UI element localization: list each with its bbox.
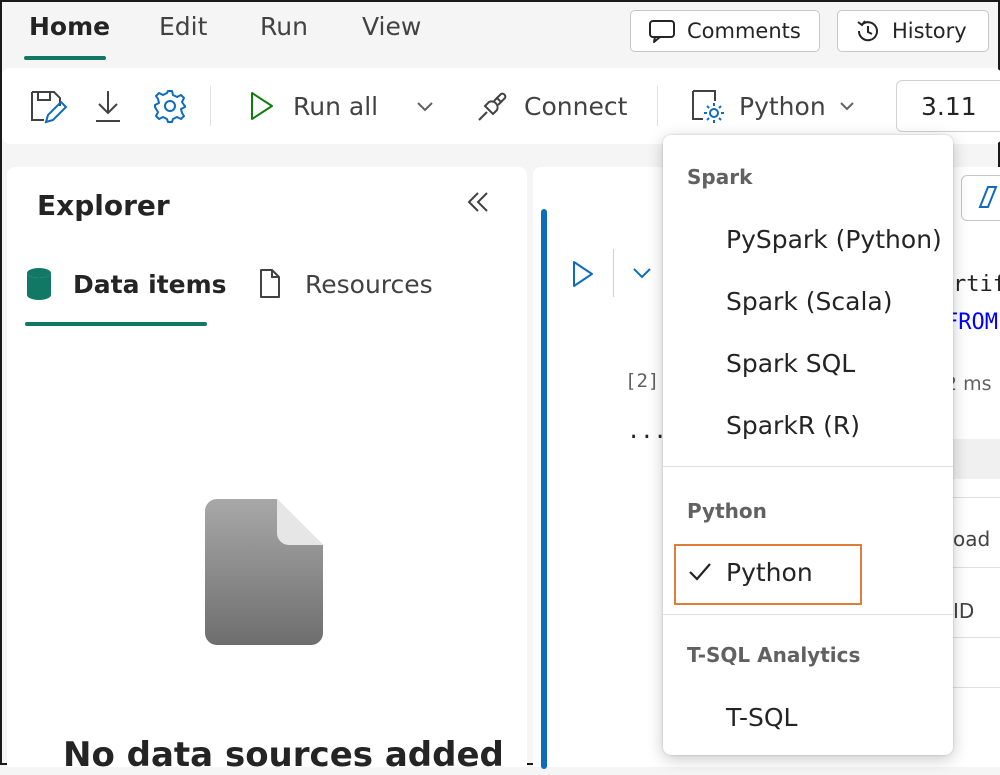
tab-data-items[interactable]: Data items <box>25 267 227 301</box>
active-tab-indicator <box>24 56 106 60</box>
copilot-button[interactable] <box>961 175 1000 221</box>
history-icon <box>857 20 878 42</box>
history-label: History <box>892 19 967 43</box>
menu-group-header-tsql: T-SQL Analytics <box>687 643 861 667</box>
menu-item-spark-sql[interactable]: Spark SQL <box>726 349 855 378</box>
menu-item-pyspark[interactable]: PySpark (Python) <box>726 225 942 254</box>
tab-run[interactable]: Run <box>260 12 308 41</box>
empty-file-icon <box>205 499 323 645</box>
run-all-label: Run all <box>293 91 379 121</box>
play-icon <box>573 261 593 287</box>
tab-view[interactable]: View <box>362 12 421 41</box>
empty-state-text: No data sources added <box>63 735 504 775</box>
menu-group-header-spark: Spark <box>687 165 753 189</box>
active-tab-indicator <box>25 322 207 326</box>
menu-item-tsql[interactable]: T-SQL <box>726 703 797 732</box>
active-cell-bar <box>541 209 547 769</box>
table-cell: ID <box>953 599 975 623</box>
explorer-panel: Explorer Data items Resources No data so… <box>7 167 527 775</box>
download-icon <box>96 91 120 122</box>
history-button[interactable]: History <box>837 10 989 52</box>
tab-edit[interactable]: Edit <box>159 12 207 41</box>
version-value: 3.11 <box>921 91 977 121</box>
table-cell: oad <box>953 527 991 551</box>
language-settings-icon <box>692 90 724 123</box>
comments-label: Comments <box>687 19 801 43</box>
toolbar-divider <box>210 86 211 126</box>
execution-count: [2] <box>625 370 660 392</box>
run-all-dropdown[interactable] <box>415 68 435 144</box>
cell-toolbar-divider <box>613 249 614 297</box>
menu-group-header-python: Python <box>687 499 767 523</box>
menu-item-spark-scala[interactable]: Spark (Scala) <box>726 287 892 316</box>
gear-icon <box>154 90 186 123</box>
language-menu: Spark PySpark (Python) Spark (Scala) Spa… <box>663 135 953 755</box>
chevron-down-icon <box>417 102 433 112</box>
cell-options-dropdown[interactable] <box>631 265 653 284</box>
tab-resources[interactable]: Resources <box>257 267 433 301</box>
connect-button[interactable]: Connect <box>476 68 627 144</box>
resources-label: Resources <box>305 269 433 299</box>
menu-divider <box>663 614 953 615</box>
language-label: Python <box>739 91 826 121</box>
play-icon <box>251 92 273 120</box>
document-icon <box>260 269 280 298</box>
run-all-button[interactable]: Run all <box>249 68 378 144</box>
checkmark-icon <box>689 563 711 581</box>
tab-home[interactable]: Home <box>29 12 110 41</box>
save-edit-icon <box>31 91 68 124</box>
plug-icon <box>478 92 507 121</box>
connect-label: Connect <box>524 91 628 121</box>
comments-button[interactable]: Comments <box>630 10 820 52</box>
chevron-double-left-icon <box>467 192 488 212</box>
menu-item-python[interactable]: Python <box>726 558 813 587</box>
comment-icon <box>649 20 675 43</box>
database-icon <box>27 268 51 300</box>
python-version-select[interactable]: 3.11 <box>896 80 1000 132</box>
menu-divider <box>663 466 953 467</box>
chevron-down-icon <box>839 102 854 111</box>
chevron-down-icon <box>633 268 651 279</box>
code-fragment: rtif <box>953 272 1000 297</box>
run-cell-button[interactable] <box>571 259 595 293</box>
toolbar-divider <box>657 86 658 126</box>
data-items-label: Data items <box>73 269 227 299</box>
collapse-panel-button[interactable] <box>465 189 491 219</box>
download-button[interactable] <box>93 68 123 144</box>
copilot-icon <box>978 186 998 208</box>
edit-save-button[interactable] <box>28 68 68 144</box>
explorer-title: Explorer <box>37 189 170 222</box>
settings-button[interactable] <box>152 68 188 144</box>
output-ellipsis: ... <box>627 419 667 444</box>
table-header-cell <box>953 439 1000 479</box>
menu-item-sparkr[interactable]: SparkR (R) <box>726 411 860 440</box>
language-selector[interactable]: Python <box>689 68 856 144</box>
